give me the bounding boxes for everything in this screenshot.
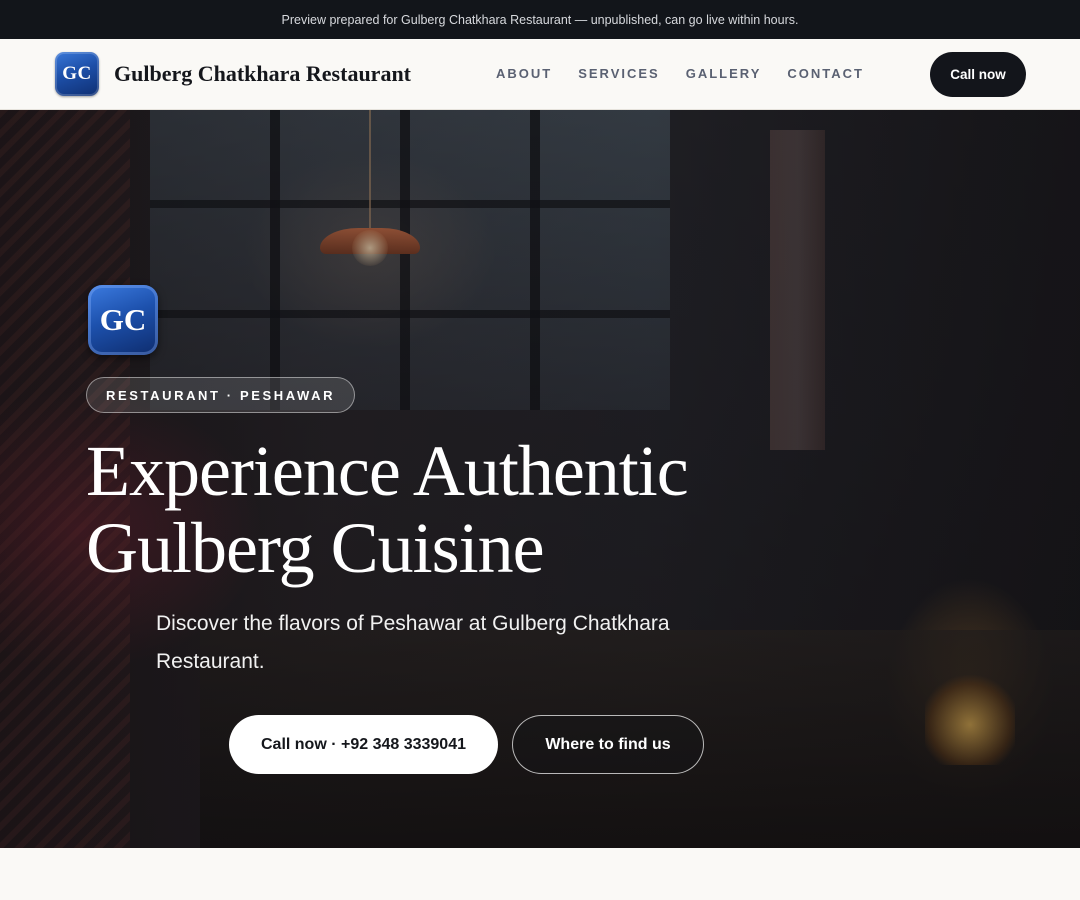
nav-link-services[interactable]: SERVICES xyxy=(578,66,660,81)
header-call-button[interactable]: Call now xyxy=(930,52,1026,97)
hero-title-line-1: Experience Authentic xyxy=(86,431,689,511)
nav-link-about[interactable]: ABOUT xyxy=(496,66,552,81)
hero-title-line-2: Gulberg Cuisine xyxy=(86,508,545,588)
site-header: GC Gulberg Chatkhara Restaurant ABOUT SE… xyxy=(0,39,1080,110)
hero-section: GC RESTAURANT · PESHAWAR Experience Auth… xyxy=(0,110,1080,848)
main-nav: ABOUT SERVICES GALLERY CONTACT xyxy=(496,66,864,81)
nav-link-gallery[interactable]: GALLERY xyxy=(686,66,762,81)
hero-subtitle: Discover the flavors of Peshawar at Gulb… xyxy=(156,612,670,673)
hero-call-button[interactable]: Call now · +92 348 3339041 xyxy=(229,715,498,774)
preview-banner: Preview prepared for Gulberg Chatkhara R… xyxy=(0,0,1080,39)
brand-name[interactable]: Gulberg Chatkhara Restaurant xyxy=(114,61,411,87)
hero-category-tag: RESTAURANT · PESHAWAR xyxy=(86,377,356,413)
preview-banner-text: Preview prepared for Gulberg Chatkhara R… xyxy=(281,12,799,27)
hero-find-us-button[interactable]: Where to find us xyxy=(512,715,704,774)
hero-logo-initials: GC xyxy=(99,302,147,337)
logo-badge[interactable]: GC xyxy=(55,52,99,96)
nav-link-contact[interactable]: CONTACT xyxy=(787,66,864,81)
hero-title: Experience Authentic Gulberg Cuisine xyxy=(86,433,846,587)
hero-logo-badge: GC xyxy=(88,285,158,355)
logo-initials: GC xyxy=(62,63,92,84)
